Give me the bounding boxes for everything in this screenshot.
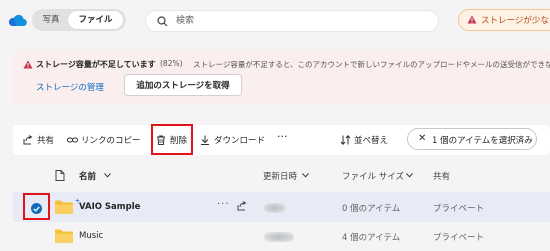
- sort-label: 並べ替え: [354, 136, 389, 146]
- manage-storage-link[interactable]: ストレージの管理: [36, 81, 104, 93]
- download-label: ダウンロード: [214, 136, 266, 146]
- get-more-storage-button[interactable]: 追加のストレージを取得: [124, 74, 242, 96]
- storage-warning-banner: ストレージ容量が不足しています (82%) ストレージ容量が不足すると、このアカ…: [13, 50, 550, 105]
- view-toggle: 写真 ファイル: [32, 9, 126, 31]
- search-input[interactable]: [176, 14, 426, 28]
- table-row[interactable]: VAIO Sample ··· 0 個のアイテム プライベート: [13, 192, 550, 222]
- row-name[interactable]: Music: [79, 231, 103, 241]
- redacted-date: [264, 232, 294, 242]
- warning-icon: [467, 15, 477, 24]
- selection-label: 1 個のアイテムを選択済み: [432, 136, 533, 146]
- column-sharing[interactable]: 共有: [433, 170, 450, 182]
- copy-link-label: リンクのコピー: [81, 136, 141, 146]
- top-bar: 写真 ファイル ストレージが少な: [0, 0, 550, 44]
- toggle-photos[interactable]: 写真: [35, 11, 67, 29]
- file-list: 名前 更新日時 ファイル サイズ 共有 VAIO Sample ··· 0 個の…: [13, 160, 550, 251]
- folder-icon: [55, 229, 73, 243]
- search-icon: [157, 16, 168, 27]
- more-options-button[interactable]: ···: [277, 130, 288, 146]
- warning-icon: [23, 60, 33, 69]
- column-size[interactable]: ファイル サイズ: [342, 170, 404, 182]
- row-name[interactable]: VAIO Sample: [79, 202, 140, 212]
- chevron-down-icon: [302, 173, 309, 178]
- column-name[interactable]: 名前: [79, 170, 96, 182]
- column-modified[interactable]: 更新日時: [263, 170, 297, 182]
- storage-alert-button[interactable]: ストレージが少な: [458, 9, 550, 31]
- share-icon: [23, 135, 33, 145]
- chevron-down-icon: [406, 173, 413, 178]
- onedrive-cloud-icon[interactable]: [7, 13, 27, 27]
- table-row[interactable]: Music 4 個のアイテム プライベート: [13, 222, 550, 251]
- row-size: 0 個のアイテム: [342, 204, 401, 214]
- close-icon[interactable]: ✕: [418, 133, 426, 144]
- row-sharing: プライベート: [433, 204, 485, 214]
- chevron-down-icon: [104, 173, 111, 178]
- folder-icon: [55, 200, 73, 214]
- row-sharing: プライベート: [433, 233, 485, 243]
- banner-message: ストレージ容量が不足すると、このアカウントで新しいファイルのアップロードやメール…: [193, 60, 550, 69]
- download-icon: [201, 135, 209, 145]
- share-label: 共有: [37, 136, 55, 146]
- delete-highlight-box: [151, 124, 193, 155]
- list-header: 名前 更新日時 ファイル サイズ 共有: [13, 160, 550, 190]
- search-box: [145, 10, 439, 32]
- redacted-date: [264, 203, 286, 213]
- banner-percent: (82%): [160, 59, 183, 68]
- more-options-icon[interactable]: ···: [217, 199, 230, 210]
- storage-alert-label: ストレージが少な: [481, 16, 549, 26]
- toggle-files[interactable]: ファイル: [68, 11, 123, 29]
- banner-title: ストレージ容量が不足しています: [36, 60, 156, 69]
- row-size: 4 個のアイテム: [342, 233, 401, 243]
- share-icon[interactable]: [237, 201, 247, 211]
- sort-icon: [340, 135, 351, 145]
- checkbox-highlight-box: [23, 193, 50, 220]
- selection-chip[interactable]: ✕ 1 個のアイテムを選択済み: [407, 128, 537, 150]
- file-type-icon: [55, 170, 65, 181]
- link-icon: [67, 137, 78, 143]
